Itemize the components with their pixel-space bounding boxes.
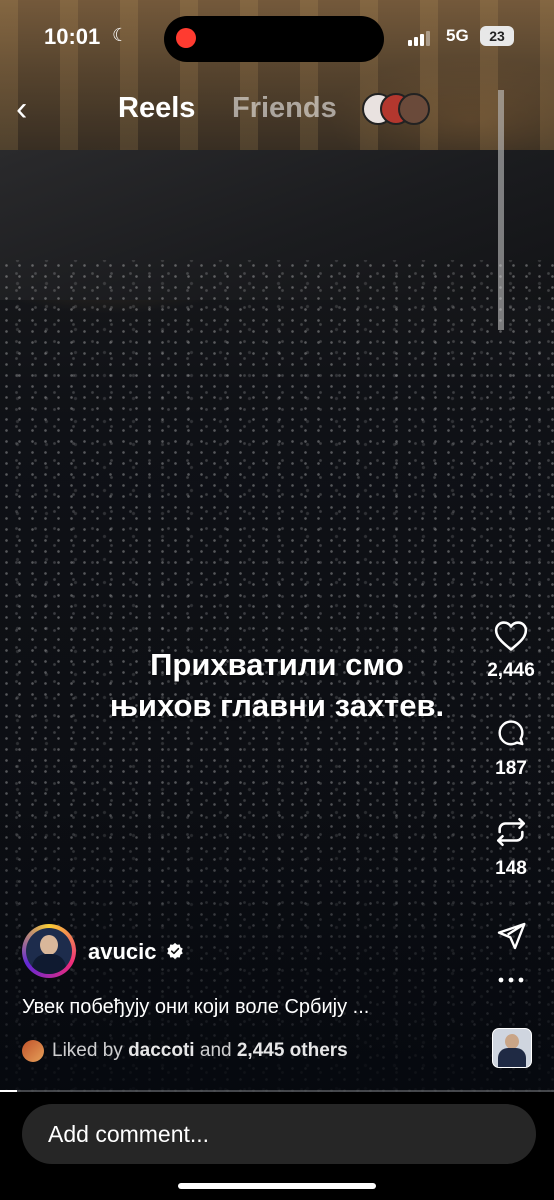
- heart-icon[interactable]: [494, 620, 528, 652]
- verified-icon: [167, 942, 183, 960]
- video-flagpole: [498, 90, 504, 330]
- comment-action[interactable]: 187: [476, 718, 546, 780]
- dynamic-island: [164, 16, 384, 62]
- add-comment-field[interactable]: Add comment...: [22, 1104, 536, 1164]
- friend-avatar: [398, 93, 430, 125]
- status-time: 10:01: [44, 24, 101, 49]
- comment-bubble-icon[interactable]: [494, 718, 528, 750]
- tab-reels[interactable]: Reels: [118, 92, 195, 125]
- comment-placeholder: Add comment...: [48, 1121, 210, 1147]
- author-avatar[interactable]: [22, 924, 76, 978]
- liked-by-avatar: [22, 1040, 44, 1062]
- battery-level: 23: [480, 26, 514, 46]
- friends-avatar-stack[interactable]: [362, 93, 442, 125]
- more-icon[interactable]: [476, 976, 546, 1000]
- moon-icon: ☾: [112, 25, 129, 45]
- video-overlay-caption: Прихватили смо њихов главни захтев.: [0, 644, 554, 726]
- reels-screen: 10:01 ☾ 5G 23 ‹ Reels Friends Прихватили…: [0, 0, 554, 1200]
- author-username[interactable]: avucic: [88, 939, 157, 965]
- liked-by-user[interactable]: daccoti: [128, 1040, 195, 1061]
- overlay-caption-line: Прихватили смо: [150, 647, 404, 682]
- liked-by-and: and: [199, 1040, 232, 1061]
- repost-action[interactable]: 148: [476, 814, 546, 880]
- overlay-caption-line: њихов главни захтев.: [109, 688, 445, 723]
- repost-count: 148: [495, 858, 527, 879]
- home-indicator: [178, 1183, 376, 1189]
- reel-video[interactable]: [0, 0, 554, 1092]
- more-dots: [498, 977, 524, 983]
- status-bar: 10:01 ☾ 5G 23: [0, 16, 554, 62]
- liked-by-summary[interactable]: Liked by daccoti and 2,445 others: [52, 1040, 348, 1062]
- share-action[interactable]: [476, 920, 546, 952]
- audio-thumbnail[interactable]: [492, 1028, 532, 1068]
- like-count: 2,446: [487, 660, 535, 681]
- author-avatar-photo: [26, 928, 72, 974]
- like-action[interactable]: 2,446: [476, 620, 546, 682]
- share-send-icon[interactable]: [495, 920, 527, 952]
- tab-friends[interactable]: Friends: [232, 92, 337, 125]
- liked-by-others[interactable]: 2,445 others: [237, 1040, 348, 1061]
- liked-by-prefix: Liked by: [52, 1040, 123, 1061]
- repost-icon[interactable]: [494, 814, 528, 850]
- comment-count: 187: [495, 758, 527, 779]
- network-type: 5G: [446, 26, 469, 45]
- recording-dot: [176, 28, 196, 48]
- back-chevron-icon[interactable]: ‹: [16, 92, 46, 126]
- post-caption[interactable]: Увек побеђују они који воле Србију ...: [22, 996, 369, 1019]
- signal-icon: [408, 30, 432, 46]
